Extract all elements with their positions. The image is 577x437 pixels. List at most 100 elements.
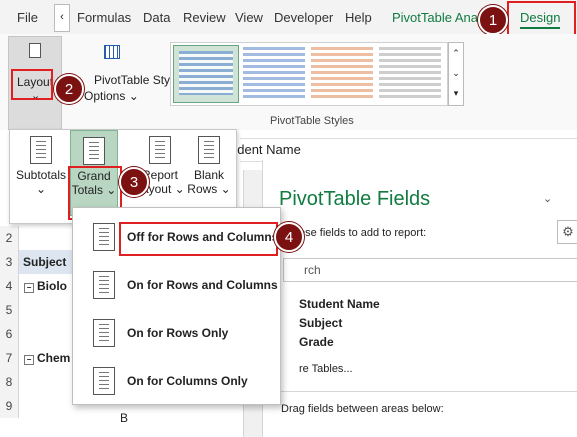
row-header-7[interactable]: 7 [0, 346, 19, 370]
row-header-4[interactable]: 4 [0, 274, 19, 298]
icon-line [99, 276, 109, 277]
tab-formulas[interactable]: Formulas [77, 10, 131, 25]
ribbon-tab-bar: File ‹ Formulas Data Review View Develop… [0, 0, 577, 36]
collapse-icon[interactable]: − [24, 355, 34, 365]
icon-line [99, 328, 109, 329]
tab-file[interactable]: File [17, 10, 38, 25]
style-swatch-selected[interactable] [173, 45, 239, 103]
cell-chemistry[interactable]: − Chem [24, 351, 70, 365]
gallery-scroll-buttons[interactable]: ⌃ ⌄ ▾ [448, 42, 464, 106]
icon-line [204, 149, 214, 150]
gallery-up-icon[interactable]: ⌃ [449, 43, 463, 63]
styles-gallery [170, 42, 448, 106]
subtotals-label: Subtotals [15, 168, 67, 182]
style-options-line2: Options ⌄ [84, 89, 139, 103]
gallery-down-icon[interactable]: ⌄ [449, 63, 463, 83]
style-swatch-orange[interactable] [311, 47, 373, 99]
blank-rows-line1: Blank [193, 168, 225, 182]
menu-item-on-rows-only[interactable]: On for Rows Only [73, 310, 280, 356]
icon-line [99, 372, 109, 373]
tab-data[interactable]: Data [143, 10, 170, 25]
tab-help[interactable]: Help [345, 10, 372, 25]
icon-line [99, 388, 109, 389]
gallery-more-icon[interactable]: ▾ [449, 83, 463, 103]
tab-pivottable-analyze[interactable]: PivotTable Anal [392, 10, 481, 25]
step-marker-4: 4 [274, 222, 304, 252]
row-header-2[interactable]: 2 [0, 226, 19, 250]
formula-bar-text: udent Name [230, 142, 301, 157]
icon-line [99, 336, 109, 337]
icon-line [204, 141, 214, 142]
field-student-name[interactable]: Student Name [299, 297, 380, 311]
cell-biology[interactable]: − Biolo [24, 279, 67, 293]
pivottable-fields-pane: PivotTable Fields ⌄ ose fields to add to… [262, 160, 577, 437]
collapse-icon[interactable]: − [24, 283, 34, 293]
highlight-design [507, 1, 576, 36]
step-marker-3: 3 [119, 167, 149, 197]
icon-line [99, 332, 109, 333]
cell-biology-text: Biolo [37, 279, 67, 293]
style-options-icon [104, 45, 120, 59]
icon-line [89, 158, 99, 159]
icon-line [36, 141, 46, 142]
icon-line [99, 280, 109, 281]
icon-line [36, 145, 46, 146]
tab-scroll-left-icon[interactable]: ‹ [54, 4, 70, 32]
formula-bar[interactable]: udent Name [230, 138, 577, 162]
blank-rows-icon [198, 136, 220, 164]
menu-item-label: On for Rows and Columns [127, 278, 278, 292]
pane-options-chevron-icon[interactable]: ⌄ [543, 192, 552, 205]
tab-review[interactable]: Review [183, 10, 226, 25]
report-layout-icon [149, 136, 171, 164]
subtotals-button[interactable]: Subtotals ⌄ [14, 130, 68, 214]
icon-line [204, 157, 214, 158]
subtotals-chevron-icon: ⌄ [35, 182, 47, 196]
highlight-layout [11, 69, 53, 100]
icon-line [99, 292, 109, 293]
cell-row9-value[interactable]: B [120, 411, 128, 425]
icon-line [155, 153, 165, 154]
style-swatch-blue[interactable] [243, 47, 305, 99]
choose-fields-text: ose fields to add to report: [299, 227, 427, 239]
icon-line [36, 157, 46, 158]
field-search-input[interactable]: rch [283, 258, 577, 282]
tab-view[interactable]: View [235, 10, 263, 25]
icon-line [36, 153, 46, 154]
icon-line [99, 228, 109, 229]
more-tables-link[interactable]: re Tables... [299, 363, 353, 375]
on-rows-only-icon [93, 319, 115, 347]
step-marker-1: 1 [478, 5, 508, 35]
icon-line [155, 141, 165, 142]
icon-line [204, 145, 214, 146]
icon-line [99, 284, 109, 285]
cell-subject[interactable]: Subject [23, 255, 66, 269]
row-header-5[interactable]: 5 [0, 298, 19, 322]
row-header-9[interactable]: 9 [0, 394, 19, 418]
field-subject[interactable]: Subject [299, 316, 342, 330]
field-grade[interactable]: Grade [299, 335, 334, 349]
ribbon-body: Layout ⌄ 2 PivotTable Style Options ⌄ ⌃ … [0, 34, 577, 131]
on-columns-only-icon [93, 367, 115, 395]
menu-item-on-rows-columns[interactable]: On for Rows and Columns [73, 262, 280, 308]
cell-chemistry-text: Chem [37, 351, 71, 365]
style-swatch-gray[interactable] [379, 47, 441, 99]
on-rows-columns-icon [93, 271, 115, 299]
icon-line [99, 324, 109, 325]
row-header-8[interactable]: 8 [0, 370, 19, 394]
blank-rows-button[interactable]: Blank Rows ⌄ [186, 130, 232, 214]
row-header-6[interactable]: 6 [0, 322, 19, 346]
icon-line [204, 153, 214, 154]
row-header-3[interactable]: 3 [0, 250, 19, 274]
icon-line [89, 150, 99, 151]
icon-line [99, 288, 109, 289]
icon-line [99, 340, 109, 341]
menu-item-label: On for Columns Only [127, 374, 248, 388]
menu-item-label: On for Rows Only [127, 326, 229, 340]
pane-divider [277, 391, 577, 392]
tab-developer[interactable]: Developer [274, 10, 333, 25]
style-options-button[interactable]: PivotTable Style Options ⌄ [80, 36, 179, 116]
settings-gear-icon[interactable]: ⚙ [557, 220, 577, 244]
off-rows-columns-icon [93, 223, 115, 251]
menu-item-on-columns-only[interactable]: On for Columns Only [73, 358, 280, 404]
styles-group-label: PivotTable Styles [270, 115, 354, 127]
